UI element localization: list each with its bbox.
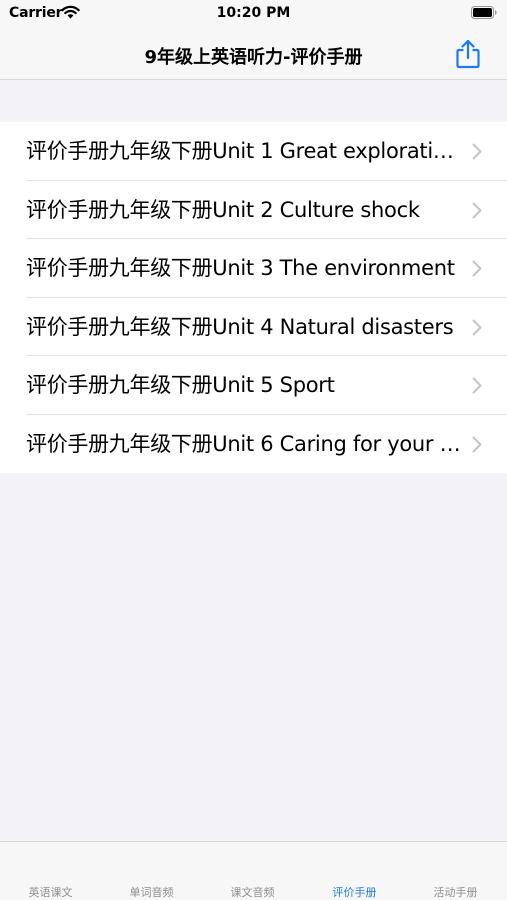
page-title: 9年级上英语听力-评价手册: [144, 47, 363, 68]
list-item[interactable]: 评价手册九年级下册Unit 1 Great explorations: [0, 122, 507, 181]
share-icon: [456, 39, 480, 69]
tab-bar: 英语课文 单词音频 课文音频 评价手册 活动手册: [0, 841, 507, 900]
chevron-right-icon: [472, 436, 482, 452]
list-item[interactable]: 评价手册九年级下册Unit 5 Sport: [0, 356, 507, 415]
share-button[interactable]: [451, 37, 485, 71]
status-bar: Carrier 10:20 PM: [0, 0, 507, 30]
list-item[interactable]: 评价手册九年级下册Unit 3 The environment: [0, 239, 507, 298]
tab-english-text[interactable]: 英语课文: [0, 884, 101, 900]
status-time: 10:20 PM: [216, 5, 291, 21]
list-item[interactable]: 评价手册九年级下册Unit 4 Natural disasters: [0, 298, 507, 356]
chevron-right-icon: [472, 377, 482, 394]
list-item[interactable]: 评价手册九年级下册Unit 2 Culture shock: [0, 181, 507, 239]
chevron-right-icon: [472, 319, 482, 335]
list-item-label: 评价手册九年级下册Unit 4 Natural disasters: [26, 314, 454, 339]
list-item-label: 评价手册九年级下册Unit 1 Great explorations: [26, 139, 466, 163]
chevron-right-icon: [472, 260, 482, 277]
list-item-label: 评价手册九年级下册Unit 6 Caring for your health: [26, 431, 466, 456]
list-item-label: 评价手册九年级下册Unit 5 Sport: [26, 373, 335, 397]
tab-word-audio[interactable]: 单词音频: [101, 884, 202, 900]
list-item[interactable]: 评价手册九年级下册Unit 6 Caring for your health: [0, 415, 507, 474]
tab-activity-handbook[interactable]: 活动手册: [405, 884, 506, 900]
chevron-right-icon: [472, 202, 482, 218]
list-item-label: 评价手册九年级下册Unit 3 The environment: [26, 256, 455, 280]
tab-text-audio[interactable]: 课文音频: [202, 884, 303, 900]
battery-icon: [471, 6, 497, 19]
app-screen: Carrier 10:20 PM 9年级上英语听力-评价手册 评价手册九年级下册…: [0, 0, 507, 900]
navigation-bar: 9年级上英语听力-评价手册: [0, 30, 507, 80]
unit-list: 评价手册九年级下册Unit 1 Great explorations 评价手册九…: [0, 122, 507, 473]
tab-evaluation-handbook[interactable]: 评价手册: [304, 884, 405, 900]
chevron-right-icon: [472, 143, 482, 160]
list-item-label: 评价手册九年级下册Unit 2 Culture shock: [26, 197, 420, 222]
